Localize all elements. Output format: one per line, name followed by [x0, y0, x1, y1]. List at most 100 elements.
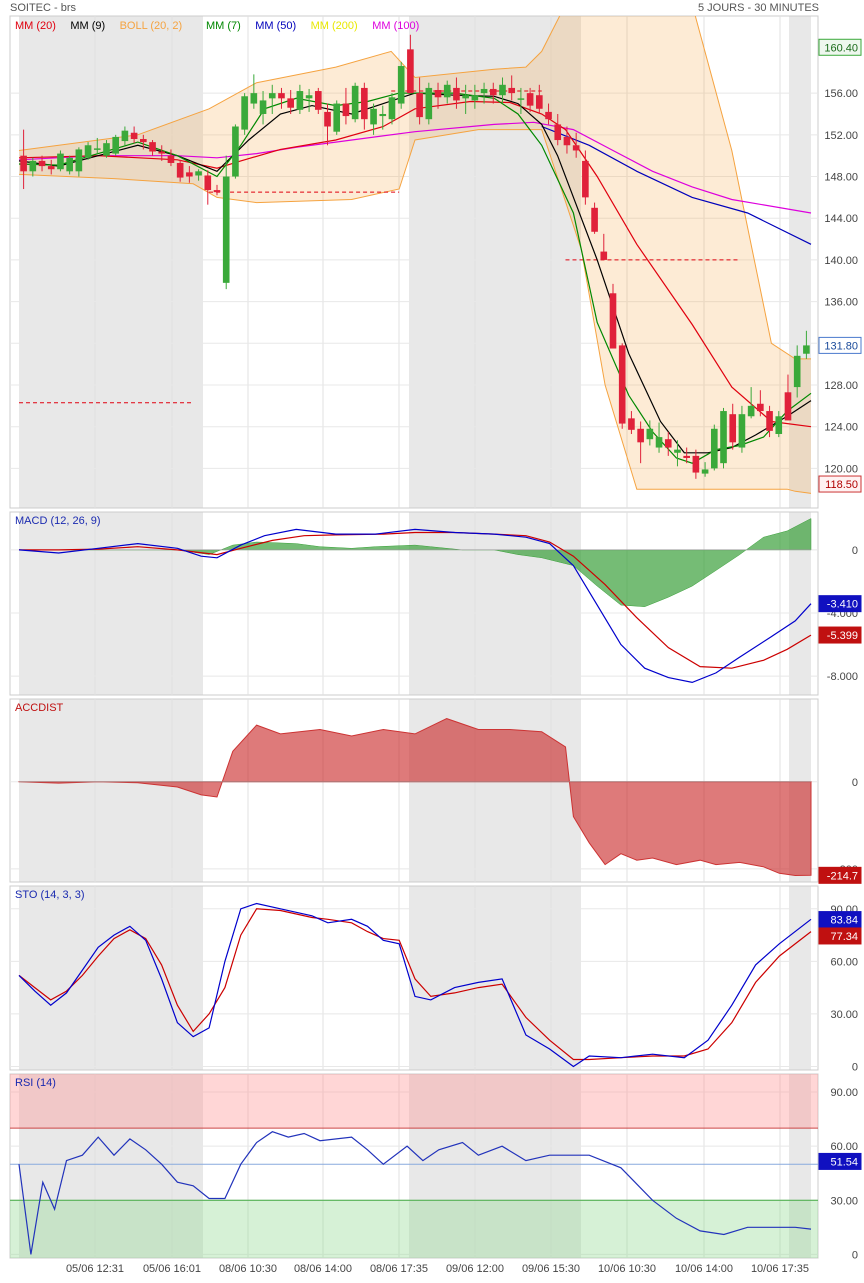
candle-body	[591, 207, 598, 232]
candle-body	[710, 428, 718, 469]
candle-body	[443, 84, 451, 98]
session-shade	[19, 699, 203, 882]
chart-title: SOITEC - brs	[10, 2, 77, 14]
y-tick-label: 124.00	[824, 422, 858, 434]
candle-body	[563, 136, 571, 146]
y-tick-label: 144.00	[824, 213, 858, 225]
candle-body	[407, 49, 414, 94]
candle-body	[803, 345, 810, 354]
candle-body	[434, 90, 442, 98]
candle-body	[499, 84, 506, 96]
candle-body	[268, 93, 276, 99]
candle-body	[747, 405, 755, 417]
rsi-overbought-zone	[10, 1074, 818, 1129]
candle-body	[379, 113, 387, 117]
y-tick-label: 148.00	[824, 172, 858, 184]
accdist-value-label: -214.7	[827, 870, 858, 882]
candle-body	[526, 93, 534, 106]
candle-body	[222, 176, 230, 283]
legend-item: MM (200)	[311, 20, 358, 32]
chart-window: SOITEC - brs 5 JOURS - 30 MINUTES 156.00…	[0, 0, 864, 1278]
candle-body	[517, 98, 525, 100]
candle-body	[536, 95, 543, 109]
candle-body	[305, 95, 313, 99]
candle-body	[637, 428, 644, 443]
y-tick-label: 136.00	[824, 297, 858, 309]
candle-body	[29, 160, 37, 172]
candle-body	[287, 98, 294, 108]
panel-title-sto: STO (14, 3, 3)	[15, 889, 85, 901]
candle-body	[130, 132, 138, 139]
legend-item: MM (7)	[206, 20, 241, 32]
candle-body	[775, 416, 783, 434]
candle-body	[545, 111, 552, 120]
legend-item: MM (9)	[70, 20, 105, 32]
session-shade	[19, 886, 203, 1070]
candle-body	[103, 143, 110, 156]
macd-value-label: -3.410	[827, 599, 858, 611]
session-shade	[409, 512, 581, 695]
candle-body	[572, 145, 580, 151]
legend-item: BOLL (20, 2)	[120, 20, 183, 32]
legend-item: MM (100)	[372, 20, 419, 32]
candle-body	[314, 91, 322, 110]
session-shade	[789, 886, 811, 1070]
candle-body	[93, 148, 101, 150]
candle-body	[324, 111, 331, 127]
candle-body	[241, 96, 248, 130]
candle-body	[140, 139, 147, 143]
candle-body	[582, 160, 589, 198]
candle-body	[480, 88, 488, 94]
price-label-low: 118.50	[825, 479, 858, 491]
session-shade	[19, 16, 203, 508]
candle-body	[259, 100, 267, 114]
candle-body	[250, 93, 258, 104]
y-tick-label: 0	[852, 1249, 858, 1261]
y-tick-label: -8.000	[827, 671, 858, 683]
candle-body	[554, 124, 562, 141]
candle-body	[57, 153, 64, 170]
sto-d-value-label: 77.34	[830, 931, 858, 943]
x-tick-label: 08/06 14:00	[294, 1263, 352, 1275]
candle-body	[646, 428, 654, 440]
candle-body	[683, 455, 690, 458]
x-tick-label: 09/06 12:00	[446, 1263, 504, 1275]
y-tick-label: 30.00	[830, 1195, 858, 1207]
candle-body	[453, 87, 460, 101]
candle-body	[149, 142, 156, 152]
candle-body	[204, 175, 212, 191]
candle-body	[664, 439, 672, 448]
candle-body	[351, 85, 359, 120]
candle-body	[425, 87, 433, 120]
panel-title-rsi: RSI (14)	[15, 1077, 56, 1089]
candle-body	[738, 414, 746, 448]
y-tick-label: 152.00	[824, 130, 858, 142]
x-tick-label: 09/06 15:30	[522, 1263, 580, 1275]
panel-title-macd: MACD (12, 26, 9)	[15, 515, 101, 527]
candle-body	[766, 411, 773, 431]
chart-period: 5 JOURS - 30 MINUTES	[697, 2, 819, 14]
candle-body	[75, 149, 83, 172]
candle-body	[47, 166, 55, 170]
candle-body	[609, 293, 617, 349]
sto-k-value-label: 83.84	[830, 915, 858, 927]
candle-body	[471, 95, 479, 101]
candle-body	[158, 151, 166, 154]
candle-body	[674, 449, 681, 453]
candle-body	[84, 145, 92, 158]
candle-body	[618, 345, 626, 424]
candle-body	[462, 95, 469, 99]
candle-body	[167, 155, 175, 163]
candle-body	[66, 157, 73, 172]
candle-body	[784, 392, 792, 421]
legend-item: MM (50)	[255, 20, 296, 32]
signal-value-label: -5.399	[827, 630, 858, 642]
candle-body	[628, 418, 635, 430]
x-tick-label: 08/06 10:30	[219, 1263, 277, 1275]
chart-canvas[interactable]: 156.00152.00148.00144.00140.00136.00132.…	[0, 0, 864, 1278]
rsi-value-label: 51.54	[830, 1156, 858, 1168]
candle-body	[397, 66, 405, 104]
candle-body	[655, 437, 663, 448]
panel-title-accdist: ACCDIST	[15, 702, 64, 714]
candle-body	[342, 103, 350, 117]
